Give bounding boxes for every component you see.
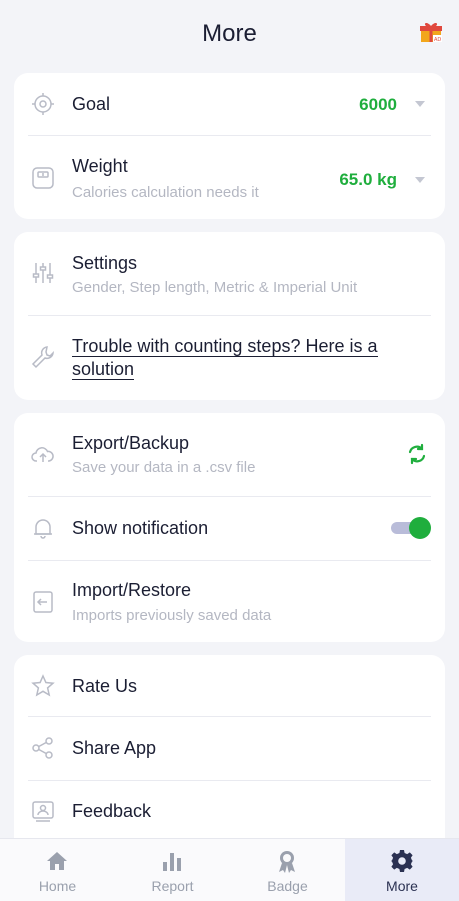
goal-weight-card: Goal 6000 Weight Calories calculation ne…	[14, 73, 445, 219]
star-icon	[30, 673, 56, 699]
tab-report[interactable]: Report	[115, 839, 230, 901]
data-card: Export/Backup Save your data in a .csv f…	[14, 413, 445, 642]
tab-home-label: Home	[38, 878, 77, 894]
notification-toggle[interactable]	[391, 517, 431, 539]
sliders-icon	[30, 260, 56, 286]
import-row[interactable]: Import/Restore Imports previously saved …	[14, 561, 445, 642]
bar-chart-icon	[160, 849, 184, 873]
weight-value: 65.0 kg	[339, 170, 397, 189]
feedback-icon	[30, 798, 56, 824]
share-row[interactable]: Share App	[14, 717, 445, 780]
header: More AD	[0, 0, 459, 68]
export-label: Export/Backup	[72, 433, 190, 453]
export-subtitle: Save your data in a .csv file	[72, 459, 256, 476]
rate-label: Rate Us	[72, 676, 138, 696]
tab-badge-label: Badge	[267, 878, 308, 894]
svg-text:AD: AD	[434, 37, 441, 43]
chevron-down-icon	[415, 177, 425, 183]
badge-icon	[275, 849, 299, 873]
trouble-link-text: Trouble with counting steps? Here is a s…	[72, 336, 378, 380]
trouble-row[interactable]: Trouble with counting steps? Here is a s…	[14, 316, 445, 400]
toggle-knob	[409, 517, 431, 539]
wrench-icon	[30, 344, 56, 370]
notification-row[interactable]: Show notification	[14, 497, 445, 560]
settings-card: Settings Gender, Step length, Metric & I…	[14, 232, 445, 400]
goal-value: 6000	[359, 95, 397, 114]
sync-icon[interactable]	[405, 442, 429, 466]
weight-row[interactable]: Weight Calories calculation needs it 65.…	[14, 136, 445, 219]
import-icon	[30, 589, 56, 615]
settings-label: Settings	[72, 253, 138, 273]
import-subtitle: Imports previously saved data	[72, 607, 272, 624]
bell-icon	[30, 515, 56, 541]
settings-row[interactable]: Settings Gender, Step length, Metric & I…	[14, 232, 445, 315]
page-title: More	[202, 20, 257, 47]
bottom-tab-bar: Home Report Badge More	[0, 838, 459, 901]
share-icon	[30, 735, 56, 761]
tab-more-label: More	[386, 878, 418, 894]
tab-badge[interactable]: Badge	[230, 839, 345, 901]
import-label: Import/Restore	[72, 580, 192, 600]
scale-icon	[30, 165, 56, 191]
tab-more[interactable]: More	[345, 839, 459, 901]
chevron-down-icon	[415, 101, 425, 107]
tab-home[interactable]: Home	[0, 839, 115, 901]
share-label: Share App	[72, 738, 157, 758]
tab-report-label: Report	[151, 878, 194, 894]
trouble-link[interactable]: Trouble with counting steps? Here is a s…	[72, 335, 405, 381]
target-icon	[30, 91, 56, 117]
export-row[interactable]: Export/Backup Save your data in a .csv f…	[14, 413, 445, 496]
weight-label: Weight	[72, 156, 128, 176]
settings-subtitle: Gender, Step length, Metric & Imperial U…	[72, 279, 358, 296]
social-card: Rate Us Share App Feedback	[14, 655, 445, 855]
gift-ad-icon[interactable]: AD	[419, 20, 443, 44]
goal-label: Goal	[72, 94, 111, 114]
feedback-label: Feedback	[72, 801, 152, 821]
weight-subtitle: Calories calculation needs it	[72, 184, 259, 201]
home-icon	[45, 849, 69, 873]
rate-row[interactable]: Rate Us	[14, 655, 445, 717]
gear-icon	[390, 849, 414, 873]
goal-row[interactable]: Goal 6000	[14, 73, 445, 136]
cloud-upload-icon	[30, 441, 56, 467]
notification-label: Show notification	[72, 518, 209, 538]
